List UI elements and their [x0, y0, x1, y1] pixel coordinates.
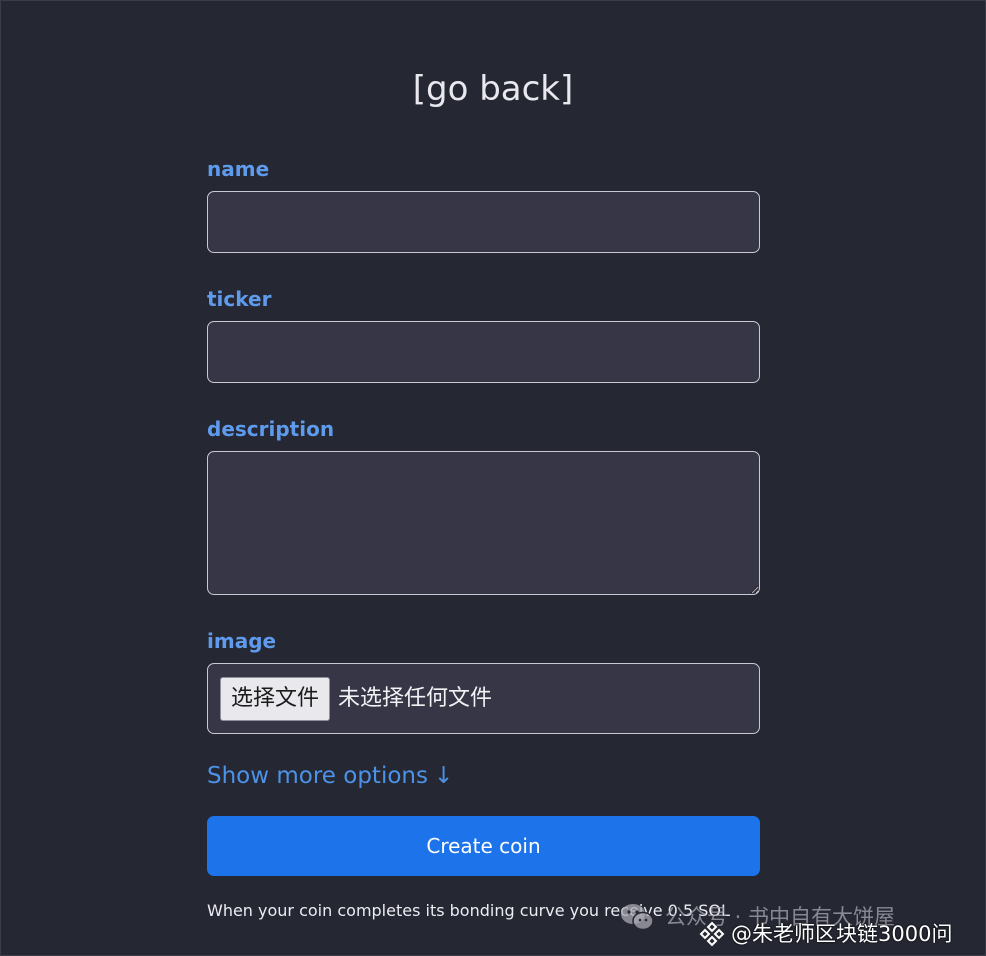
image-file-input[interactable]: 选择文件 未选择任何文件: [207, 663, 760, 734]
choose-file-button[interactable]: 选择文件: [220, 676, 331, 721]
ticker-input[interactable]: [207, 321, 760, 383]
show-more-options-label: Show more options: [207, 763, 428, 789]
ticker-label: ticker: [207, 287, 272, 311]
name-input[interactable]: [207, 191, 760, 253]
wechat-icon: [621, 904, 654, 931]
watermark-author: @朱老师区块链3000问: [699, 919, 952, 949]
file-status-text: 未选择任何文件: [338, 685, 493, 711]
create-coin-button[interactable]: Create coin: [207, 816, 760, 876]
show-more-options-link[interactable]: Show more options ↓: [207, 760, 453, 792]
go-back-link[interactable]: [go back]: [1, 67, 985, 111]
name-label: name: [207, 157, 270, 181]
create-coin-form: name ticker description image 选择文件 未选择任何…: [207, 155, 760, 922]
arrow-down-icon: ↓: [433, 763, 454, 789]
image-label: image: [207, 629, 277, 653]
description-label: description: [207, 417, 335, 441]
diamond-logo-icon: [699, 921, 725, 947]
watermark-author-text: @朱老师区块链3000问: [731, 922, 953, 946]
description-textarea[interactable]: [207, 451, 760, 595]
